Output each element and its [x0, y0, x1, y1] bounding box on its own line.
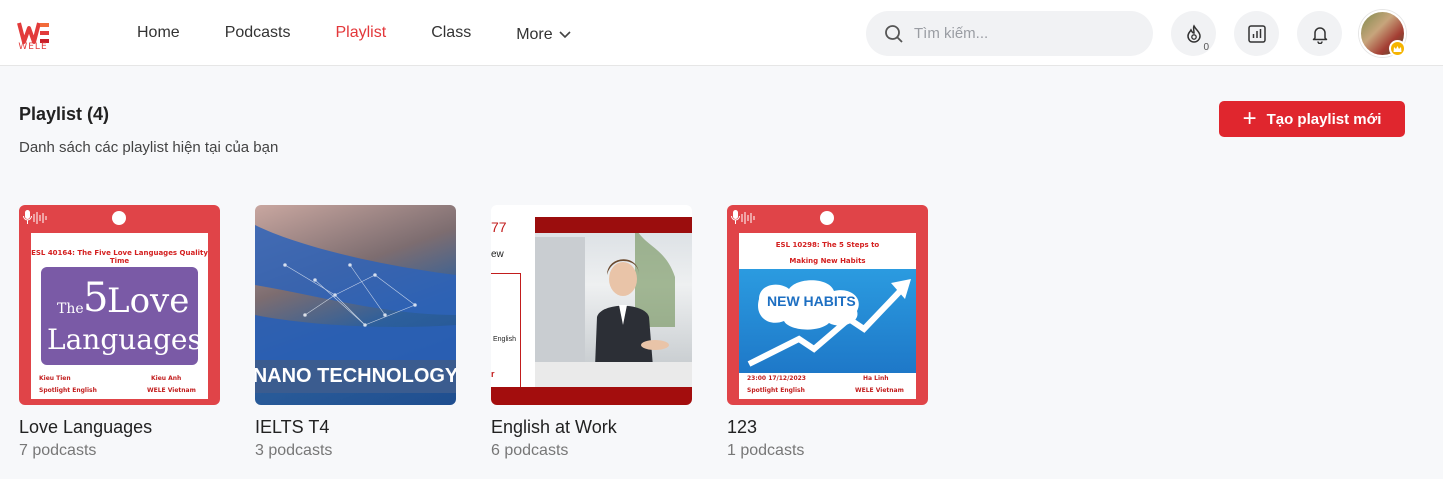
cover-red-bar: [535, 217, 692, 233]
playlist-thumbnail[interactable]: NANO TECHNOLOGY: [255, 205, 456, 405]
top-navigation-bar: WELE Home Podcasts Playlist Class More 0: [0, 0, 1443, 66]
office-photo: [535, 217, 692, 387]
host-right: Ha Linh: [863, 375, 889, 382]
cover-art: The 5 Love Languages: [41, 267, 202, 365]
chevron-down-icon: [559, 31, 571, 39]
streak-count: 0: [1203, 42, 1209, 53]
cover-fragment-top: 77: [491, 219, 507, 235]
crown-icon: [1389, 40, 1406, 57]
playlist-card[interactable]: NANO TECHNOLOGY IELTS T4 3 podcasts: [255, 205, 456, 460]
create-playlist-button[interactable]: + Tạo playlist mới: [1219, 101, 1405, 137]
main-nav: Home Podcasts Playlist Class More: [137, 22, 616, 44]
playlist-name[interactable]: IELTS T4: [255, 417, 456, 438]
nav-more-label: More: [516, 26, 553, 43]
art-top: The: [57, 301, 84, 317]
search-icon: [885, 24, 903, 43]
page-title: Playlist (4): [19, 104, 110, 124]
microphone-icon: [23, 210, 47, 224]
plus-icon: +: [1242, 105, 1257, 132]
create-playlist-label: Tạo playlist mới: [1266, 110, 1382, 128]
brand-right: WELE Vietnam: [855, 387, 904, 394]
host-right: Kieu Anh: [151, 375, 182, 382]
art-word-2: Languages: [47, 323, 202, 356]
nav-class[interactable]: Class: [431, 24, 471, 42]
nav-playlist[interactable]: Playlist: [336, 24, 387, 42]
nav-more[interactable]: More: [516, 26, 571, 44]
cover-red-bar: [491, 387, 692, 405]
cover-art: NEW HABITS: [739, 269, 916, 373]
logo-text: WELE: [18, 42, 48, 52]
page-subtitle: Danh sách các playlist hiện tại của bạn: [19, 139, 279, 156]
playlist-card[interactable]: ESL 40164: The Five Love Languages Quali…: [19, 205, 220, 460]
search-input[interactable]: [914, 25, 1134, 42]
playlist-thumbnail[interactable]: 77 ew English r: [491, 205, 692, 405]
playlist-count: 7 podcasts: [19, 442, 97, 459]
microphone-icon: [731, 210, 755, 224]
brand-left: Spotlight English: [39, 387, 97, 394]
playlist-count: 3 podcasts: [255, 442, 333, 459]
cover-fragment-mid: ew: [491, 249, 504, 260]
cover-fragment-lower: English: [493, 336, 516, 343]
cover-frame: [491, 273, 521, 393]
episode-title-line-2: Making New Habits: [789, 257, 866, 265]
art-number: 5: [83, 275, 109, 321]
nav-podcasts[interactable]: Podcasts: [225, 24, 291, 42]
cover-band-text: NANO TECHNOLOGY: [255, 360, 456, 393]
notifications-button[interactable]: [1297, 11, 1342, 56]
playlist-card[interactable]: ESL 10298: The 5 Steps to Making New Hab…: [727, 205, 928, 460]
search-box[interactable]: [866, 11, 1153, 56]
playlist-name[interactable]: English at Work: [491, 417, 692, 438]
flame-icon: [1186, 23, 1201, 43]
playlist-count: 6 podcasts: [491, 442, 569, 459]
episode-title: ESL 40164: The Five Love Languages Quali…: [31, 249, 208, 265]
bell-icon: [1312, 26, 1327, 44]
podcast-cover: ESL 40164: The Five Love Languages Quali…: [31, 233, 208, 399]
playlist-card[interactable]: 77 ew English r English at Work 6 podcas…: [491, 205, 692, 460]
playlist-thumbnail[interactable]: ESL 10298: The 5 Steps to Making New Hab…: [727, 205, 928, 405]
stats-button[interactable]: [1234, 11, 1279, 56]
bar-chart-icon: [1247, 24, 1266, 43]
brand-left: Spotlight English: [747, 387, 805, 394]
time-text: 23:00 17/12/2023: [747, 375, 806, 382]
streak-button[interactable]: 0: [1171, 11, 1216, 56]
podcast-cover: ESL 10298: The 5 Steps to Making New Hab…: [739, 233, 916, 399]
art-word-1: Love: [107, 281, 190, 321]
cover-art-text: NEW HABITS: [767, 293, 856, 309]
mini-logo-icon: [112, 211, 126, 225]
episode-title-line-1: ESL 10298: The 5 Steps to: [775, 241, 880, 249]
playlist-count: 1 podcasts: [727, 442, 805, 459]
brand-right: WELE Vietnam: [147, 387, 196, 394]
nav-home[interactable]: Home: [137, 24, 180, 42]
playlist-thumbnail[interactable]: ESL 40164: The Five Love Languages Quali…: [19, 205, 220, 405]
host-left: Kieu Tien: [39, 375, 71, 382]
mini-logo-icon: [820, 211, 834, 225]
playlist-name[interactable]: Love Languages: [19, 417, 220, 438]
playlist-name[interactable]: 123: [727, 417, 928, 438]
cover-fragment-bottom: r: [491, 369, 495, 379]
